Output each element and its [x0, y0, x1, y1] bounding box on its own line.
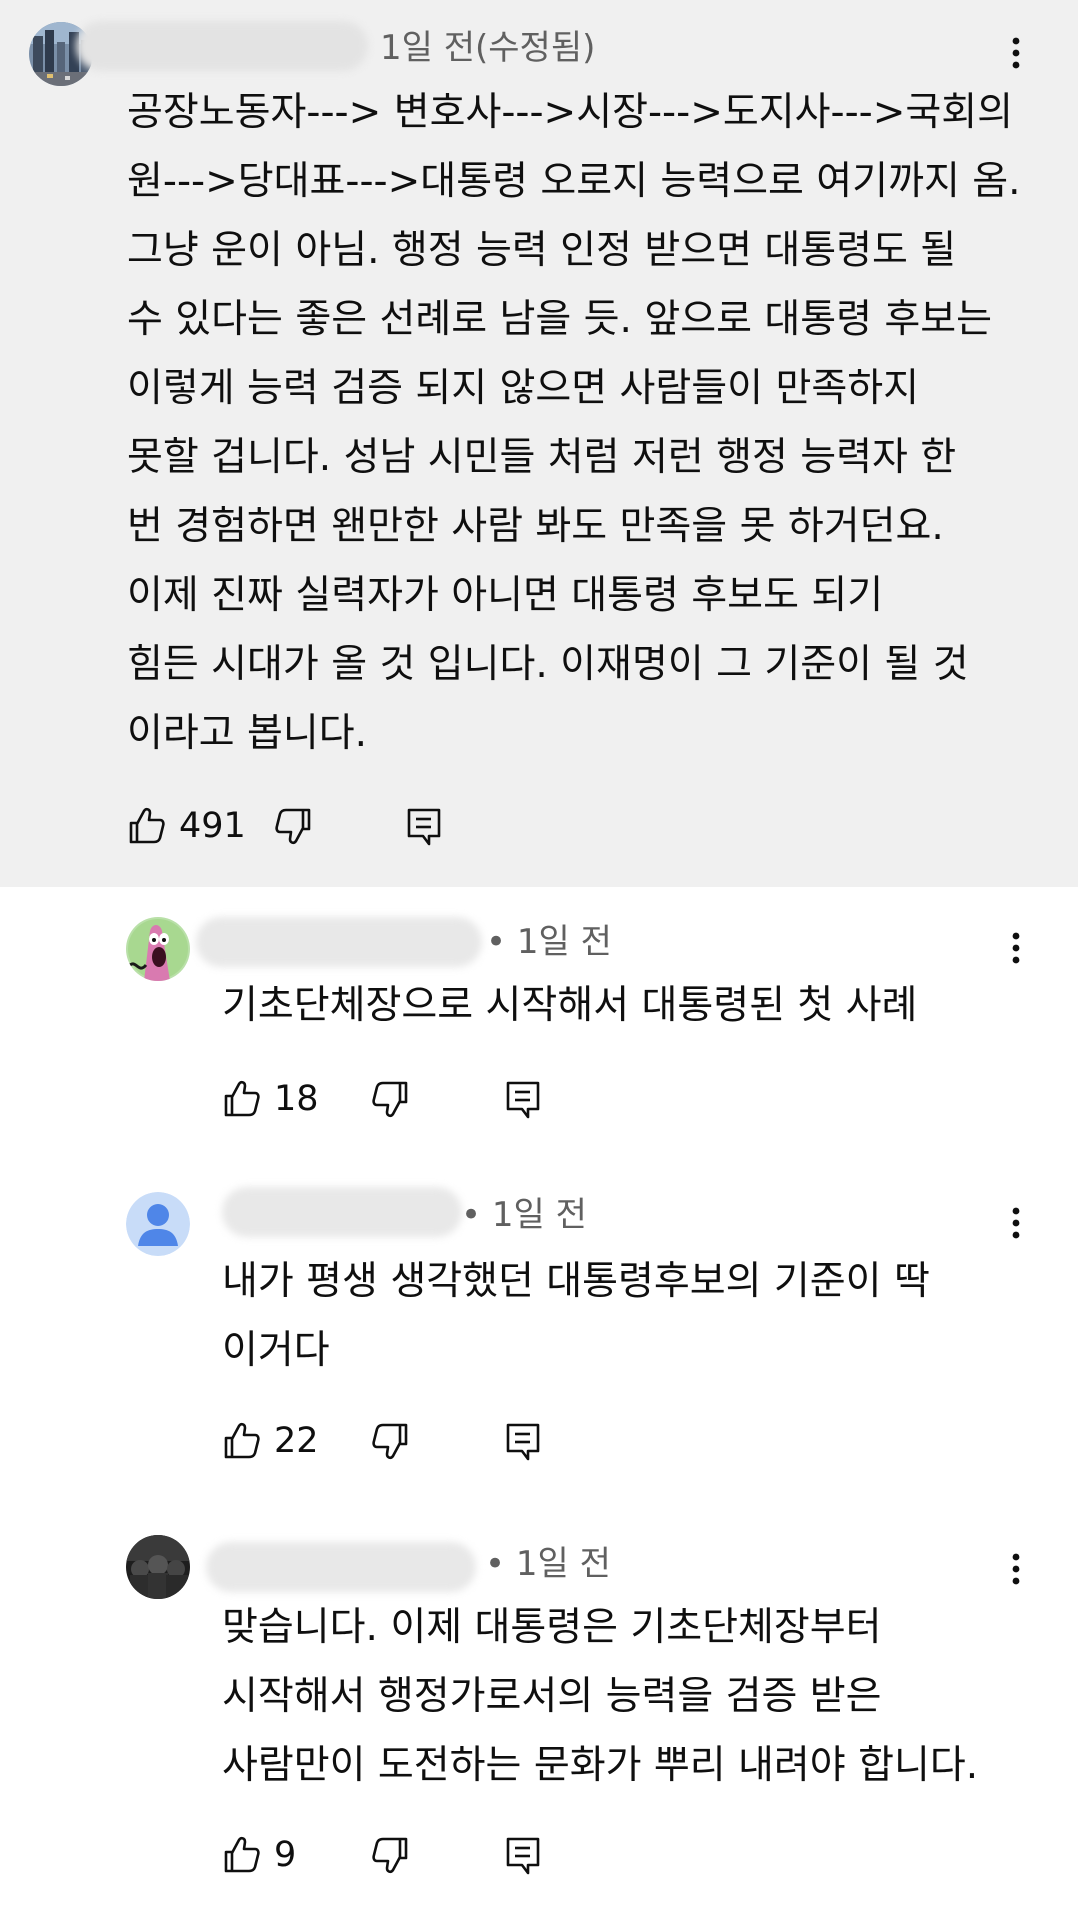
like-button[interactable]	[222, 1073, 262, 1125]
comment-text: 기초단체장으로 시작해서 대통령된 첫 사례	[222, 971, 917, 1040]
dark-photo-avatar-icon	[126, 1535, 190, 1599]
thumbs-up-icon	[224, 1836, 260, 1873]
cartoon-character-avatar-icon	[126, 917, 190, 981]
comment-actions: 18	[222, 1073, 622, 1125]
thumbs-down-icon	[372, 1837, 408, 1874]
more-vert-icon	[1012, 1207, 1020, 1239]
reply-button[interactable]	[504, 1415, 544, 1467]
more-vert-icon	[1012, 1553, 1020, 1585]
thumbs-up-icon	[129, 807, 165, 844]
comment-actions: 9	[222, 1829, 622, 1881]
comment-timestamp: • 1일 전	[486, 922, 612, 962]
comment-line: 내가 평생 생각했던 대통령후보의 기준이 딱	[222, 1259, 930, 1304]
more-vert-icon	[1012, 37, 1020, 69]
default-person-avatar-icon	[126, 1192, 190, 1256]
dislike-button[interactable]	[273, 800, 313, 852]
author-name-redacted[interactable]	[206, 1542, 476, 1592]
reply-comment: • 1일 전 맞습니다. 이제 대통령은 기초단체장부터 시작해서 행정가로서의…	[0, 1527, 1078, 1910]
comment-timestamp: • 1일 전	[485, 1544, 611, 1584]
comment-text: 공장노동자---> 변호사--->시장--->도지사--->국회의 원--->당…	[127, 78, 1021, 768]
comment-actions: 491	[127, 800, 527, 852]
comment-timestamp: 1일 전(수정됨)	[380, 28, 596, 68]
thumbs-down-icon	[372, 1423, 408, 1460]
avatar[interactable]	[126, 1535, 190, 1599]
comment-timestamp: • 1일 전	[461, 1195, 587, 1235]
comment-line: 이제 진짜 실력자가 아니면 대통령 후보도 되기	[127, 573, 884, 618]
comment-line: 힘든 시대가 올 것 입니다. 이재명이 그 기준이 될 것	[127, 642, 969, 687]
comment-line: 수 있다는 좋은 선례로 남을 듯. 앞으로 대통령 후보는	[127, 297, 993, 342]
avatar[interactable]	[126, 917, 190, 981]
thumbs-down-icon	[372, 1081, 408, 1118]
like-button[interactable]	[222, 1829, 262, 1881]
more-options-button[interactable]	[1001, 1541, 1031, 1597]
dislike-button[interactable]	[370, 1415, 410, 1467]
reply-comment: • 1일 전 내가 평생 생각했던 대통령후보의 기준이 딱 이거다 22	[0, 1157, 1078, 1527]
author-name-redacted[interactable]	[196, 917, 482, 967]
reply-comment: • 1일 전 기초단체장으로 시작해서 대통령된 첫 사례 18	[0, 887, 1078, 1157]
dislike-button[interactable]	[370, 1829, 410, 1881]
comment-line: 사람만이 도전하는 문화가 뿌리 내려야 합니다.	[222, 1743, 979, 1788]
comment-line: 공장노동자---> 변호사--->시장--->도지사--->국회의	[127, 90, 1014, 135]
like-count: 18	[274, 1079, 319, 1119]
comment-line: 이렇게 능력 검증 되지 않으면 사람들이 만족하지	[127, 366, 919, 411]
comment-text: 내가 평생 생각했던 대통령후보의 기준이 딱 이거다	[222, 1247, 930, 1385]
like-button[interactable]	[127, 800, 167, 852]
more-options-button[interactable]	[1001, 1195, 1031, 1251]
like-count: 22	[274, 1421, 319, 1461]
reply-button[interactable]	[504, 1829, 544, 1881]
comment-line: 기초단체장으로 시작해서 대통령된 첫 사례	[222, 983, 918, 1028]
comment-line: 그냥 운이 아님. 행정 능력 인정 받으면 대통령도 될	[127, 228, 957, 273]
comment-thread-main: 1일 전(수정됨) 공장노동자---> 변호사--->시장--->도지사--->…	[0, 0, 1078, 887]
reply-icon	[506, 1423, 540, 1461]
dislike-button[interactable]	[370, 1073, 410, 1125]
comment-actions: 22	[222, 1415, 622, 1467]
more-options-button[interactable]	[1001, 920, 1031, 976]
comment-line: 맞습니다. 이제 대통령은 기초단체장부터	[222, 1605, 882, 1650]
reply-icon	[506, 1081, 540, 1119]
reply-button[interactable]	[405, 800, 445, 852]
thumbs-down-icon	[275, 808, 311, 845]
like-count: 491	[179, 806, 246, 846]
avatar[interactable]	[126, 1192, 190, 1256]
reply-button[interactable]	[504, 1073, 544, 1125]
comment-line: 못할 겁니다. 성남 시민들 처럼 저런 행정 능력자 한	[127, 435, 957, 480]
more-vert-icon	[1012, 932, 1020, 964]
comment-line: 이라고 봅니다.	[127, 711, 368, 756]
like-button[interactable]	[222, 1415, 262, 1467]
comment-line: 시작해서 행정가로서의 능력을 검증 받은	[222, 1674, 882, 1719]
reply-icon	[506, 1837, 540, 1875]
thumbs-up-icon	[224, 1080, 260, 1117]
comment-line: 원--->당대표--->대통령 오로지 능력으로 여기까지 옴.	[127, 159, 1021, 204]
author-name-redacted[interactable]	[76, 21, 368, 71]
comment-text: 맞습니다. 이제 대통령은 기초단체장부터 시작해서 행정가로서의 능력을 검증…	[222, 1593, 978, 1800]
comment-line: 번 경험하면 왠만한 사람 봐도 만족을 못 하거던요.	[127, 504, 944, 549]
comments-screen: 1일 전(수정됨) 공장노동자---> 변호사--->시장--->도지사--->…	[0, 0, 1078, 1910]
reply-icon	[407, 808, 441, 846]
thumbs-up-icon	[224, 1422, 260, 1459]
comment-line: 이거다	[222, 1328, 330, 1373]
like-count: 9	[274, 1835, 297, 1875]
more-options-button[interactable]	[1001, 25, 1031, 81]
author-name-redacted[interactable]	[222, 1187, 462, 1237]
